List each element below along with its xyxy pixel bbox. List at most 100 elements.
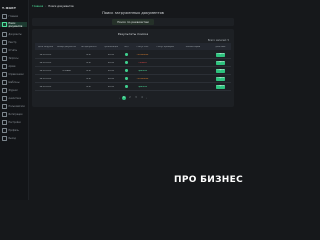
sidebar-item-label: Отчёты [8, 49, 18, 52]
search-tabs: Поиск по реквизитам [32, 18, 234, 26]
cell-signature [122, 85, 131, 88]
cell-number: ЭСФ888 [62, 70, 71, 72]
cell-action: Открыть [210, 85, 231, 89]
cell-signature [122, 53, 131, 56]
sidebar-item-label: Документы [8, 33, 22, 36]
table-row[interactable]: 08.09.2023 ЭСФ 00752 Отклонено Открыть [35, 52, 231, 59]
sidebar-item-label: Интеграции [8, 113, 23, 116]
sidebar-item-journal[interactable]: Журнал [2, 88, 24, 93]
sidebar-item-settings[interactable]: Настройки [2, 120, 24, 125]
cell-status: Отклонено [136, 54, 149, 56]
sidebar: Т.ФАКТ Главная Поиск документов Документ… [0, 0, 29, 200]
column-header[interactable]: Организация [100, 46, 122, 48]
cell-action: Открыть [210, 69, 231, 73]
column-header[interactable]: ЭЦП [122, 46, 131, 48]
page-button[interactable]: 2 [128, 96, 132, 100]
sidebar-item-registry[interactable]: Реестр [2, 40, 24, 45]
sidebar-item-analytics[interactable]: Аналитика [2, 96, 24, 101]
cell-org: 00752 [107, 86, 115, 88]
link-icon [2, 112, 7, 117]
table-header: Дата загрузки Номер документа Тип докуме… [35, 43, 231, 50]
cell-org: 00752 [107, 70, 115, 72]
column-header[interactable]: Статус проверки [154, 46, 176, 48]
table-row[interactable]: 08.09.2023 ЭСФ 00752 Отклонено Открыть [35, 76, 231, 83]
sidebar-item-label: Реестр [8, 41, 17, 44]
sidebar-item-label: Шаблоны [8, 81, 20, 84]
column-header[interactable]: Номер документа [56, 46, 77, 48]
open-button[interactable]: Открыть [216, 61, 225, 65]
cell-org: 00752 [107, 78, 115, 80]
table-row[interactable]: 08.09.2023 ЭСФ 00752 Ошибка Открыть [35, 60, 231, 67]
page-button[interactable]: 4 [140, 96, 144, 100]
breadcrumb-current: Поиск документов [48, 4, 74, 8]
cell-type: ЭСФ [86, 86, 91, 88]
signature-status-icon [125, 53, 128, 56]
page-button[interactable]: 1 [122, 96, 126, 100]
sidebar-item-document-search[interactable]: Поиск документов [0, 21, 27, 28]
request-icon [2, 56, 7, 61]
column-header[interactable]: Комментарий [176, 46, 210, 48]
prev-page-button[interactable]: ‹ [119, 97, 120, 100]
cell-status: Принято [138, 86, 147, 88]
column-header[interactable]: Действие [210, 46, 231, 48]
search-icon [2, 22, 7, 27]
sidebar-item-label: Профиль [8, 129, 19, 132]
sidebar-item-archive[interactable]: Архив [2, 64, 24, 69]
cell-signature [122, 61, 131, 64]
open-button[interactable]: Открыть [216, 69, 225, 73]
signature-status-icon [125, 69, 128, 72]
table-row[interactable]: 08.09.2023 ЭСФ 00752 Принято Открыть [35, 84, 231, 91]
signature-status-icon [125, 77, 128, 80]
sidebar-item-label: Выход [8, 137, 16, 140]
cell-date: 08.09.2023 [39, 62, 52, 64]
cell-date: 08.09.2023 [39, 78, 52, 80]
sidebar-item-integrations[interactable]: Интеграции [2, 112, 24, 117]
user-icon [2, 104, 7, 109]
app-logo: Т.ФАКТ [2, 6, 17, 10]
column-header[interactable]: Дата загрузки [35, 46, 56, 48]
cell-action: Открыть [210, 61, 231, 65]
cell-type: ЭСФ [86, 62, 91, 64]
sidebar-item-logout[interactable]: Выход [2, 136, 24, 141]
list-icon [2, 40, 7, 45]
cell-signature [122, 69, 131, 72]
cell-date: 08.09.2023 [39, 86, 52, 88]
cell-date: 08.09.2023 [39, 70, 52, 72]
watermark-logo: ПРО БИЗНЕС [174, 175, 243, 185]
sidebar-item-reports[interactable]: Отчёты [2, 48, 24, 53]
column-header[interactable]: Статус ФНС [131, 46, 154, 48]
report-icon [2, 48, 7, 53]
open-button[interactable]: Открыть [216, 85, 225, 89]
sidebar-item-home[interactable]: Главная [2, 14, 24, 19]
document-icon [2, 32, 7, 37]
open-button[interactable]: Открыть [216, 53, 225, 57]
sidebar-item-directories[interactable]: Справочники [2, 72, 24, 77]
sidebar-item-label: Поиск документов [8, 21, 23, 28]
signature-status-icon [125, 85, 128, 88]
profile-icon [2, 128, 7, 133]
table-row[interactable]: 08.09.2023 ЭСФ888 ЭСФ 00752 Принято Откр… [35, 68, 231, 75]
sidebar-item-label: Справочники [8, 73, 24, 76]
sidebar-item-profile[interactable]: Профиль [2, 128, 24, 133]
logout-icon [2, 136, 7, 141]
sidebar-item-documents[interactable]: Документы [2, 32, 24, 37]
open-button[interactable]: Открыть [216, 77, 225, 81]
cell-action: Открыть [210, 77, 231, 81]
sidebar-item-label: Запросы [8, 57, 19, 60]
column-header[interactable]: Тип документа [77, 46, 100, 48]
gear-icon [2, 120, 7, 125]
tab-search-by-details[interactable]: Поиск по реквизитам [112, 18, 154, 26]
sidebar-item-label: Журнал [8, 89, 18, 92]
sidebar-item-users[interactable]: Пользователи [2, 104, 25, 109]
chart-icon [2, 96, 7, 101]
cell-org: 00752 [107, 54, 115, 56]
sidebar-item-templates[interactable]: Шаблоны [2, 80, 24, 85]
cell-date: 08.09.2023 [39, 54, 52, 56]
cell-type: ЭСФ [86, 54, 91, 56]
page-button[interactable]: 3 [134, 96, 138, 100]
template-icon [2, 80, 7, 85]
breadcrumb-home[interactable]: Главная [32, 5, 43, 8]
next-page-button[interactable]: › [146, 97, 147, 100]
sidebar-item-requests[interactable]: Запросы [2, 56, 24, 61]
cell-signature [122, 77, 131, 80]
